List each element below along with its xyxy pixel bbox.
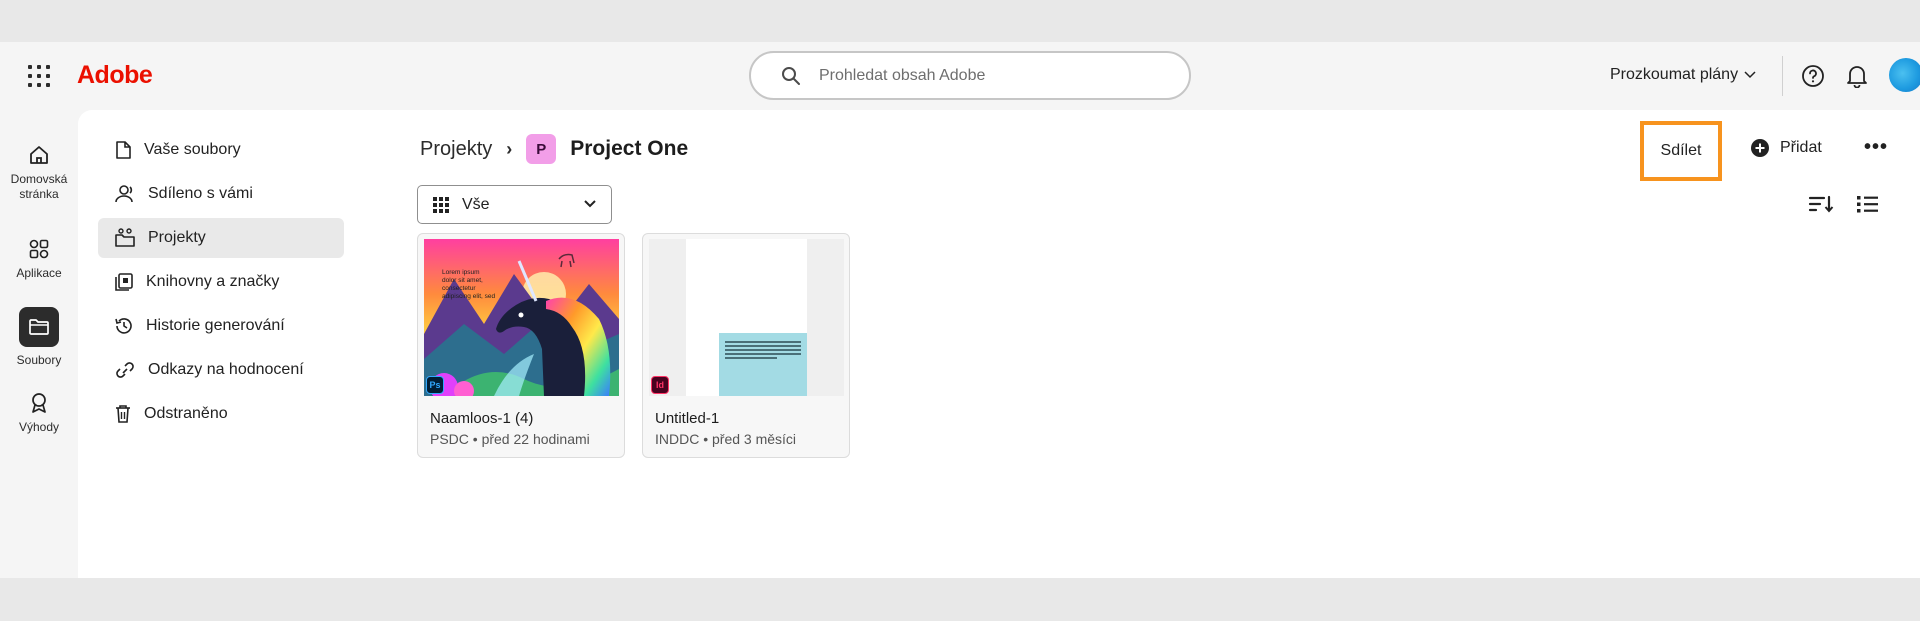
thumbnail-text-line: consectetur (442, 285, 476, 292)
help-icon[interactable] (1801, 64, 1825, 93)
thumbnail-text-line: Lorem ipsum (442, 269, 480, 276)
file-thumbnail: Lorem ipsum dolor sit amet, consectetur … (424, 239, 619, 396)
files-nav: Vaše soubory Sdíleno s vámi Projekty Kni… (98, 130, 344, 438)
nav-item-label: Odstraněno (144, 405, 228, 422)
app-window: Adobe Prozkoumat plány Domovská stránka … (0, 42, 1920, 578)
plus-circle-icon (1751, 139, 1769, 157)
projects-icon (115, 228, 135, 247)
history-icon (115, 318, 132, 334)
rail-item-apps[interactable]: Aplikace (0, 238, 78, 280)
search-input[interactable] (819, 66, 1149, 85)
nav-item-label: Vaše soubory (144, 141, 241, 158)
chevron-down-icon (584, 200, 596, 208)
rail-item-apps-label: Aplikace (16, 266, 62, 280)
list-view-icon[interactable] (1856, 194, 1880, 219)
nav-item-projects[interactable]: Projekty (98, 218, 344, 258)
link-icon (116, 362, 134, 378)
add-button[interactable]: Přidat (1750, 138, 1822, 158)
rail-item-benefits-label: Výhody (18, 420, 60, 434)
project-badge: P (526, 134, 557, 164)
breadcrumb-chevron-icon: › (506, 138, 513, 159)
photoshop-app-icon: Ps (426, 376, 444, 394)
notifications-bell-icon[interactable] (1846, 64, 1868, 93)
rail-item-home[interactable]: Domovská stránka (0, 144, 78, 202)
trash-icon (116, 405, 130, 423)
user-avatar[interactable] (1889, 58, 1920, 92)
file-name: Naamloos-1 (4) (430, 410, 534, 427)
breadcrumb: Projekty › P Project One (420, 134, 688, 164)
nav-item-label: Sdíleno s vámi (148, 185, 253, 202)
add-button-label: Přidat (1780, 139, 1822, 156)
file-meta: INDDC • před 3 měsíci (655, 431, 797, 447)
search-icon (782, 66, 800, 85)
nav-item-libraries[interactable]: Knihovny a značky (98, 262, 344, 302)
indesign-app-icon: Id (651, 376, 669, 394)
rail-item-benefits[interactable]: Výhody (0, 392, 78, 434)
more-options-button[interactable]: ••• (1864, 136, 1888, 159)
chevron-down-icon (1744, 71, 1756, 79)
left-rail: Domovská stránka Aplikace Soubory Výhody (0, 110, 78, 578)
explore-plans-menu[interactable]: Prozkoumat plány (1610, 66, 1756, 84)
nav-item-generation-history[interactable]: Historie generování (98, 306, 344, 346)
file-name: Untitled-1 (655, 410, 720, 427)
apps-icon (29, 239, 49, 259)
user-share-icon (115, 185, 133, 203)
page-title: Project One (570, 137, 689, 160)
grid-icon (433, 196, 449, 213)
files-icon (19, 307, 59, 347)
thumbnail-text-line: adipiscing elit, sed (442, 293, 495, 300)
nav-item-label: Projekty (148, 229, 206, 246)
content-panel: Vaše soubory Sdíleno s vámi Projekty Kni… (78, 110, 1920, 578)
file-card-naamloos[interactable]: Lorem ipsum dolor sit amet, consectetur … (417, 233, 625, 458)
breadcrumb-projects-link[interactable]: Projekty (420, 138, 492, 161)
file-icon (116, 141, 131, 159)
app-switcher-icon[interactable] (28, 65, 50, 87)
file-card-untitled[interactable]: Id Untitled-1 INDDC • před 3 měsíci (642, 233, 850, 458)
filter-dropdown[interactable]: Vše (417, 185, 612, 224)
share-button[interactable]: Sdílet (1644, 125, 1718, 177)
explore-plans-label: Prozkoumat plány (1610, 66, 1739, 83)
nav-item-label: Odkazy na hodnocení (148, 361, 304, 378)
nav-item-label: Knihovny a značky (146, 273, 280, 290)
award-icon (32, 393, 46, 413)
top-bar: Adobe Prozkoumat plány (0, 42, 1920, 110)
file-thumbnail (649, 239, 844, 396)
library-icon (115, 273, 133, 291)
rail-item-files[interactable]: Soubory (0, 307, 78, 367)
search-bar[interactable] (749, 51, 1191, 100)
rail-item-files-label: Soubory (16, 353, 62, 367)
nav-item-your-files[interactable]: Vaše soubory (98, 130, 344, 170)
header-divider (1782, 56, 1783, 96)
home-icon (30, 146, 48, 164)
rail-item-home-label: Domovská stránka (10, 172, 68, 201)
filter-value: Vše (462, 195, 490, 213)
nav-item-label: Historie generování (146, 317, 285, 334)
nav-item-review-links[interactable]: Odkazy na hodnocení (98, 350, 344, 390)
nav-item-deleted[interactable]: Odstraněno (98, 394, 344, 434)
nav-item-shared-with-you[interactable]: Sdíleno s vámi (98, 174, 344, 214)
sort-icon[interactable] (1808, 194, 1834, 219)
file-meta: PSDC • před 22 hodinami (430, 431, 590, 447)
thumbnail-text-line: dolor sit amet, (442, 277, 483, 284)
adobe-logo[interactable]: Adobe (77, 61, 153, 90)
